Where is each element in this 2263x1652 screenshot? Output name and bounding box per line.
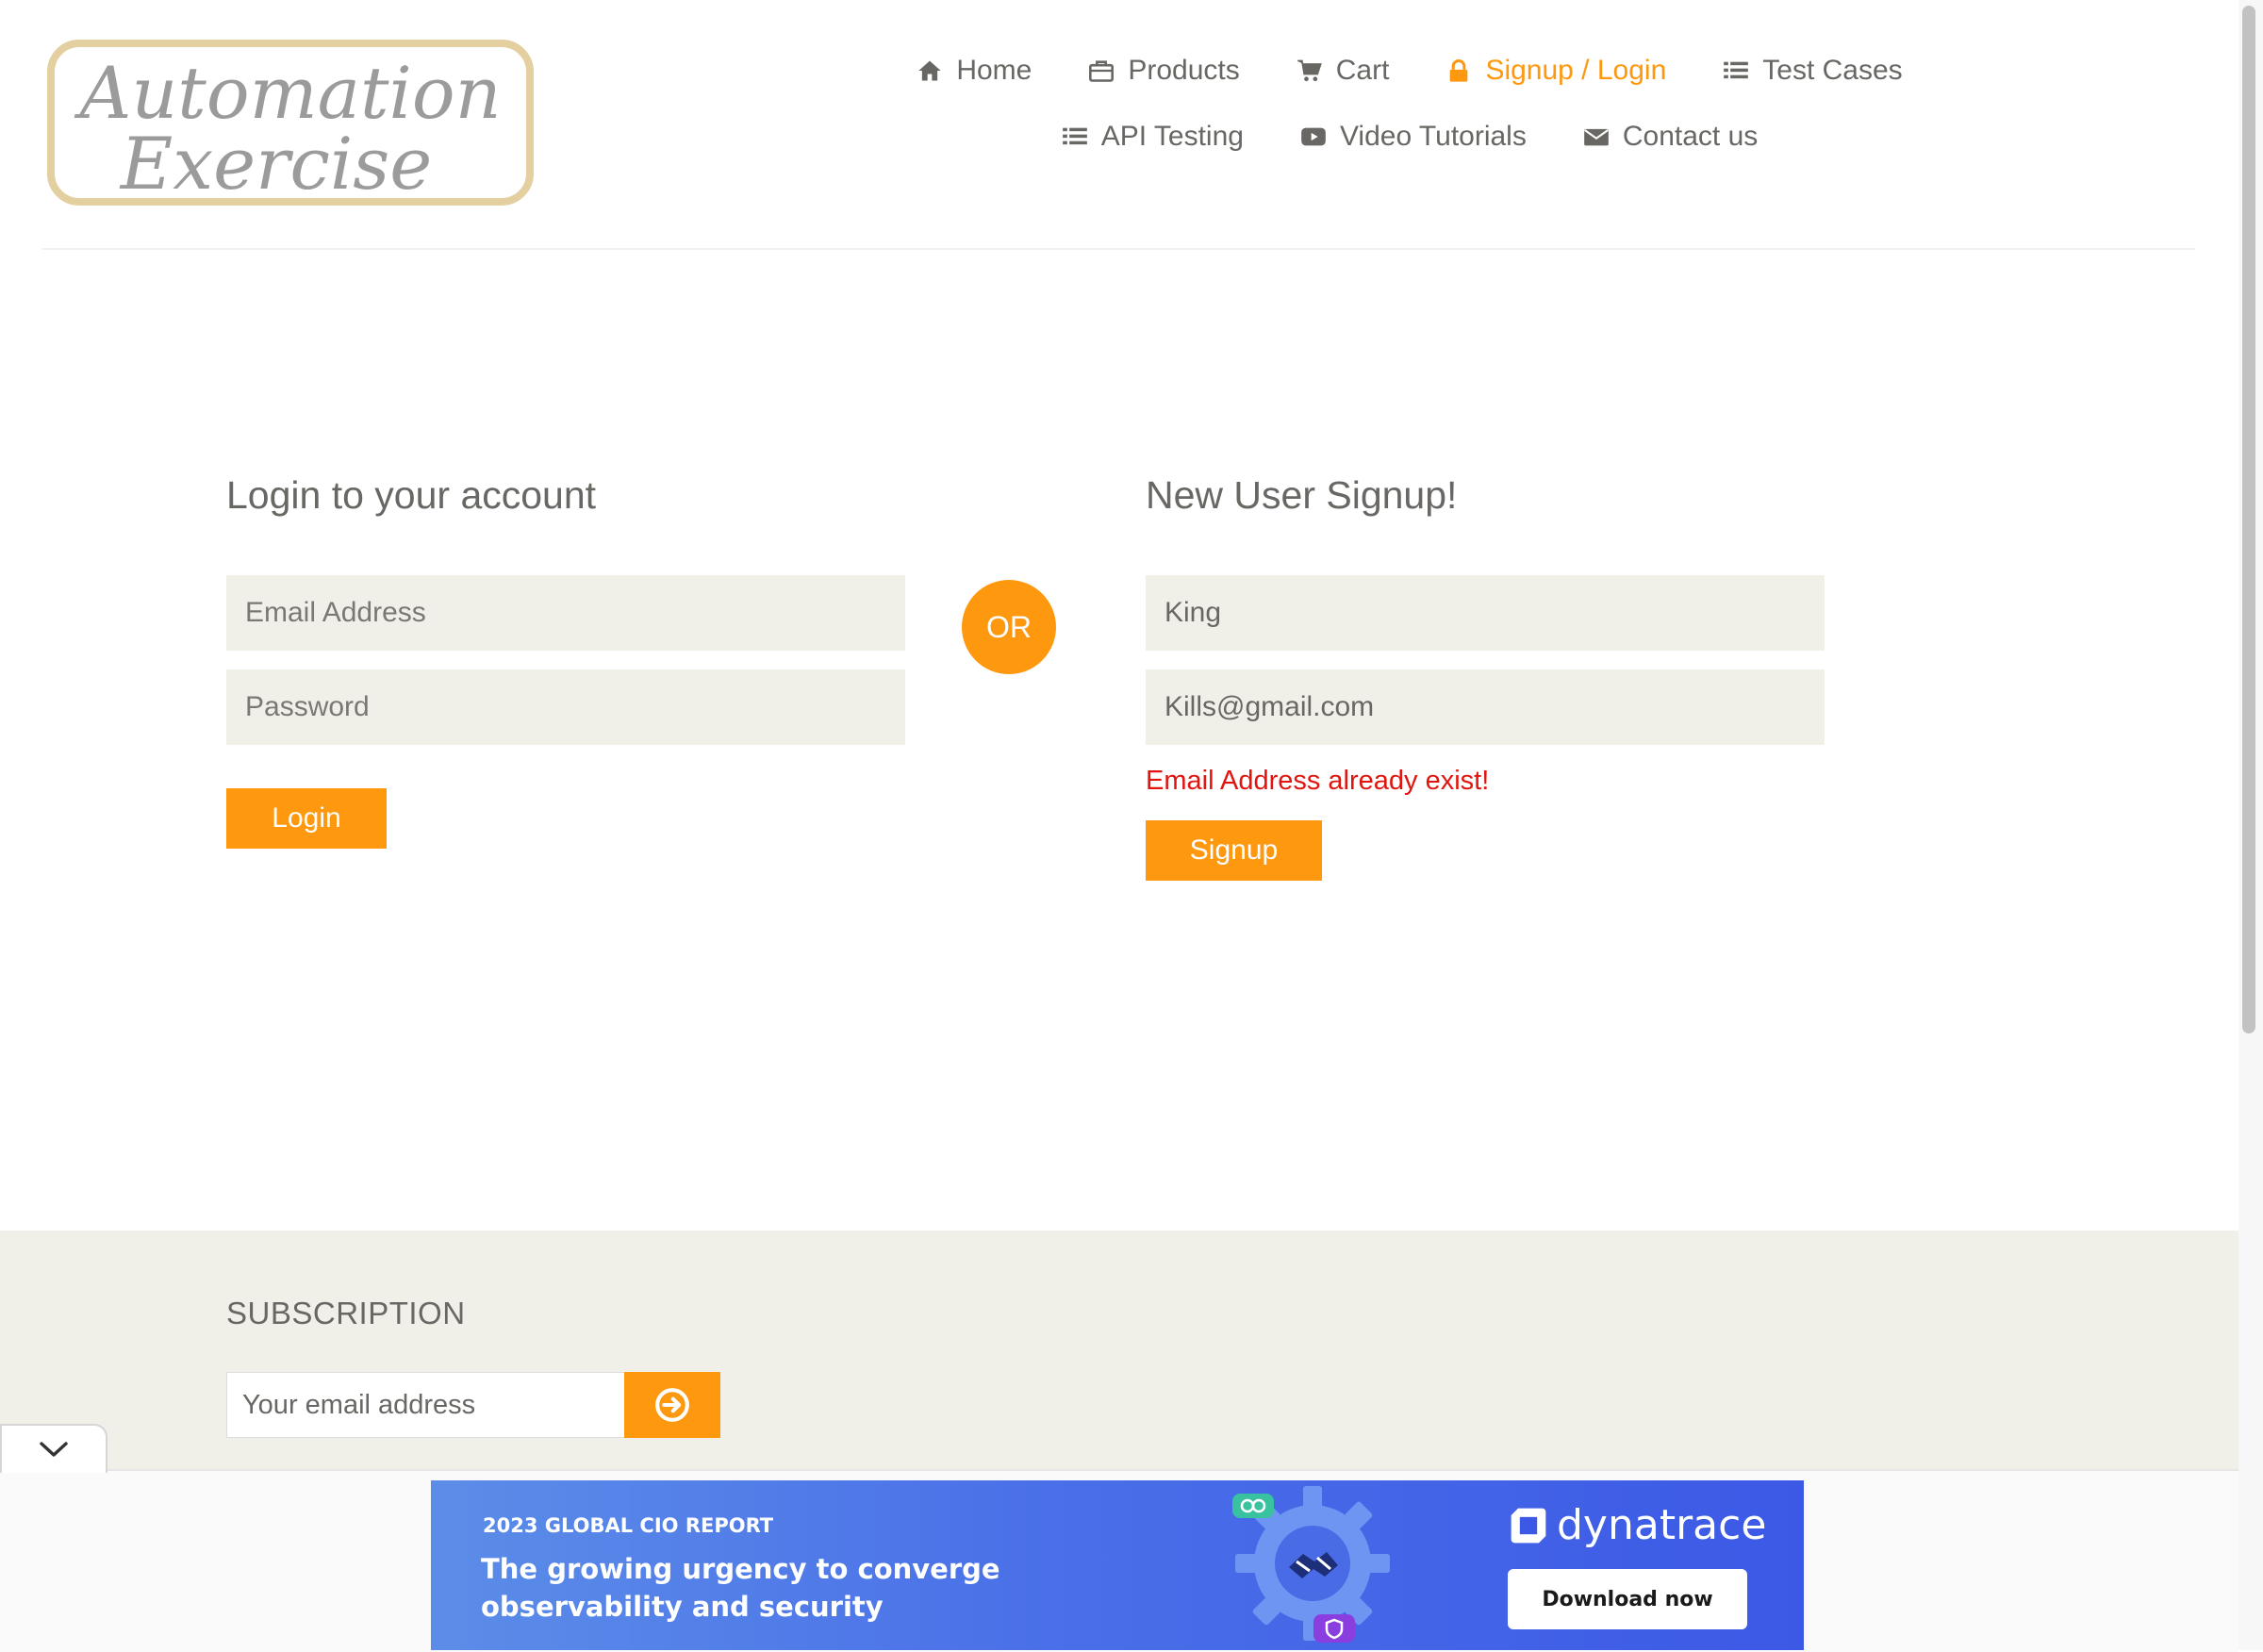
logo-line2: Exercise bbox=[119, 122, 433, 206]
nav-cart[interactable]: Cart bbox=[1268, 47, 1418, 94]
nav-products-label: Products bbox=[1128, 55, 1240, 86]
nav-contact-us[interactable]: Contact us bbox=[1555, 113, 1786, 160]
header-divider bbox=[42, 248, 2195, 250]
subscription-email-input[interactable]: Your email address bbox=[226, 1372, 626, 1438]
signup-email-input[interactable]: Kills@gmail.com bbox=[1146, 669, 1825, 745]
signup-name-input[interactable]: King bbox=[1146, 575, 1825, 651]
ad-kicker: 2023 GLOBAL CIO REPORT bbox=[483, 1514, 774, 1537]
list-icon bbox=[1062, 124, 1088, 150]
nav-api-testing[interactable]: API Testing bbox=[1033, 113, 1272, 160]
ad-download-button[interactable]: Download now bbox=[1508, 1569, 1747, 1629]
page-scrollbar-thumb[interactable] bbox=[2242, 6, 2255, 1033]
subscription-title: SUBSCRIPTION bbox=[226, 1296, 466, 1330]
nav-api-testing-label: API Testing bbox=[1100, 121, 1244, 152]
nav-signup-login[interactable]: Signup / Login bbox=[1417, 47, 1694, 94]
site-logo-image: Automation Exercise bbox=[47, 40, 534, 206]
gear-handshake-icon bbox=[1232, 1486, 1390, 1643]
or-divider: OR bbox=[962, 580, 1056, 674]
nav-home-label: Home bbox=[956, 55, 1032, 86]
cart-icon bbox=[1297, 58, 1323, 84]
nav-products[interactable]: Products bbox=[1060, 47, 1267, 94]
nav-contact-us-label: Contact us bbox=[1622, 121, 1759, 152]
subscribe-button[interactable] bbox=[624, 1372, 720, 1438]
ad-collapse-toggle[interactable] bbox=[0, 1424, 107, 1473]
login-password-input[interactable]: Password bbox=[226, 669, 905, 745]
ad-brand-logo: dynatrace bbox=[1508, 1501, 1766, 1549]
signup-error-message: Email Address already exist! bbox=[1146, 766, 1490, 796]
dynatrace-logo-icon bbox=[1511, 1508, 1546, 1543]
home-icon bbox=[917, 58, 943, 84]
arrow-circle-right-icon bbox=[655, 1388, 689, 1422]
ad-headline: The growing urgency to converge observab… bbox=[481, 1553, 1000, 1623]
lock-icon bbox=[1445, 58, 1472, 84]
login-form-title: Login to your account bbox=[226, 473, 597, 517]
envelope-icon bbox=[1583, 124, 1610, 150]
chevron-down-icon bbox=[40, 1442, 68, 1457]
login-button[interactable]: Login bbox=[226, 788, 387, 849]
signup-button[interactable]: Signup bbox=[1146, 820, 1322, 881]
ad-banner[interactable]: 2023 GLOBAL CIO REPORT The growing urgen… bbox=[431, 1480, 1804, 1650]
or-divider-label: OR bbox=[986, 609, 1032, 644]
list-icon bbox=[1723, 58, 1749, 84]
ad-brand-name: dynatrace bbox=[1557, 1501, 1767, 1549]
nav-home[interactable]: Home bbox=[888, 47, 1060, 94]
nav-test-cases-label: Test Cases bbox=[1762, 55, 1903, 86]
main-nav: Home Products Cart Signup / Login Test C… bbox=[773, 47, 2046, 160]
nav-test-cases[interactable]: Test Cases bbox=[1694, 47, 1930, 94]
briefcase-icon bbox=[1088, 58, 1115, 84]
nav-cart-label: Cart bbox=[1335, 55, 1390, 86]
login-email-input[interactable]: Email Address bbox=[226, 575, 905, 651]
site-logo[interactable]: Automation Exercise bbox=[45, 38, 536, 207]
signup-form-title: New User Signup! bbox=[1146, 473, 1458, 517]
nav-video-tutorials[interactable]: Video Tutorials bbox=[1272, 113, 1555, 160]
youtube-play-icon bbox=[1300, 124, 1327, 150]
nav-signup-login-label: Signup / Login bbox=[1485, 55, 1667, 86]
nav-video-tutorials-label: Video Tutorials bbox=[1339, 121, 1527, 152]
